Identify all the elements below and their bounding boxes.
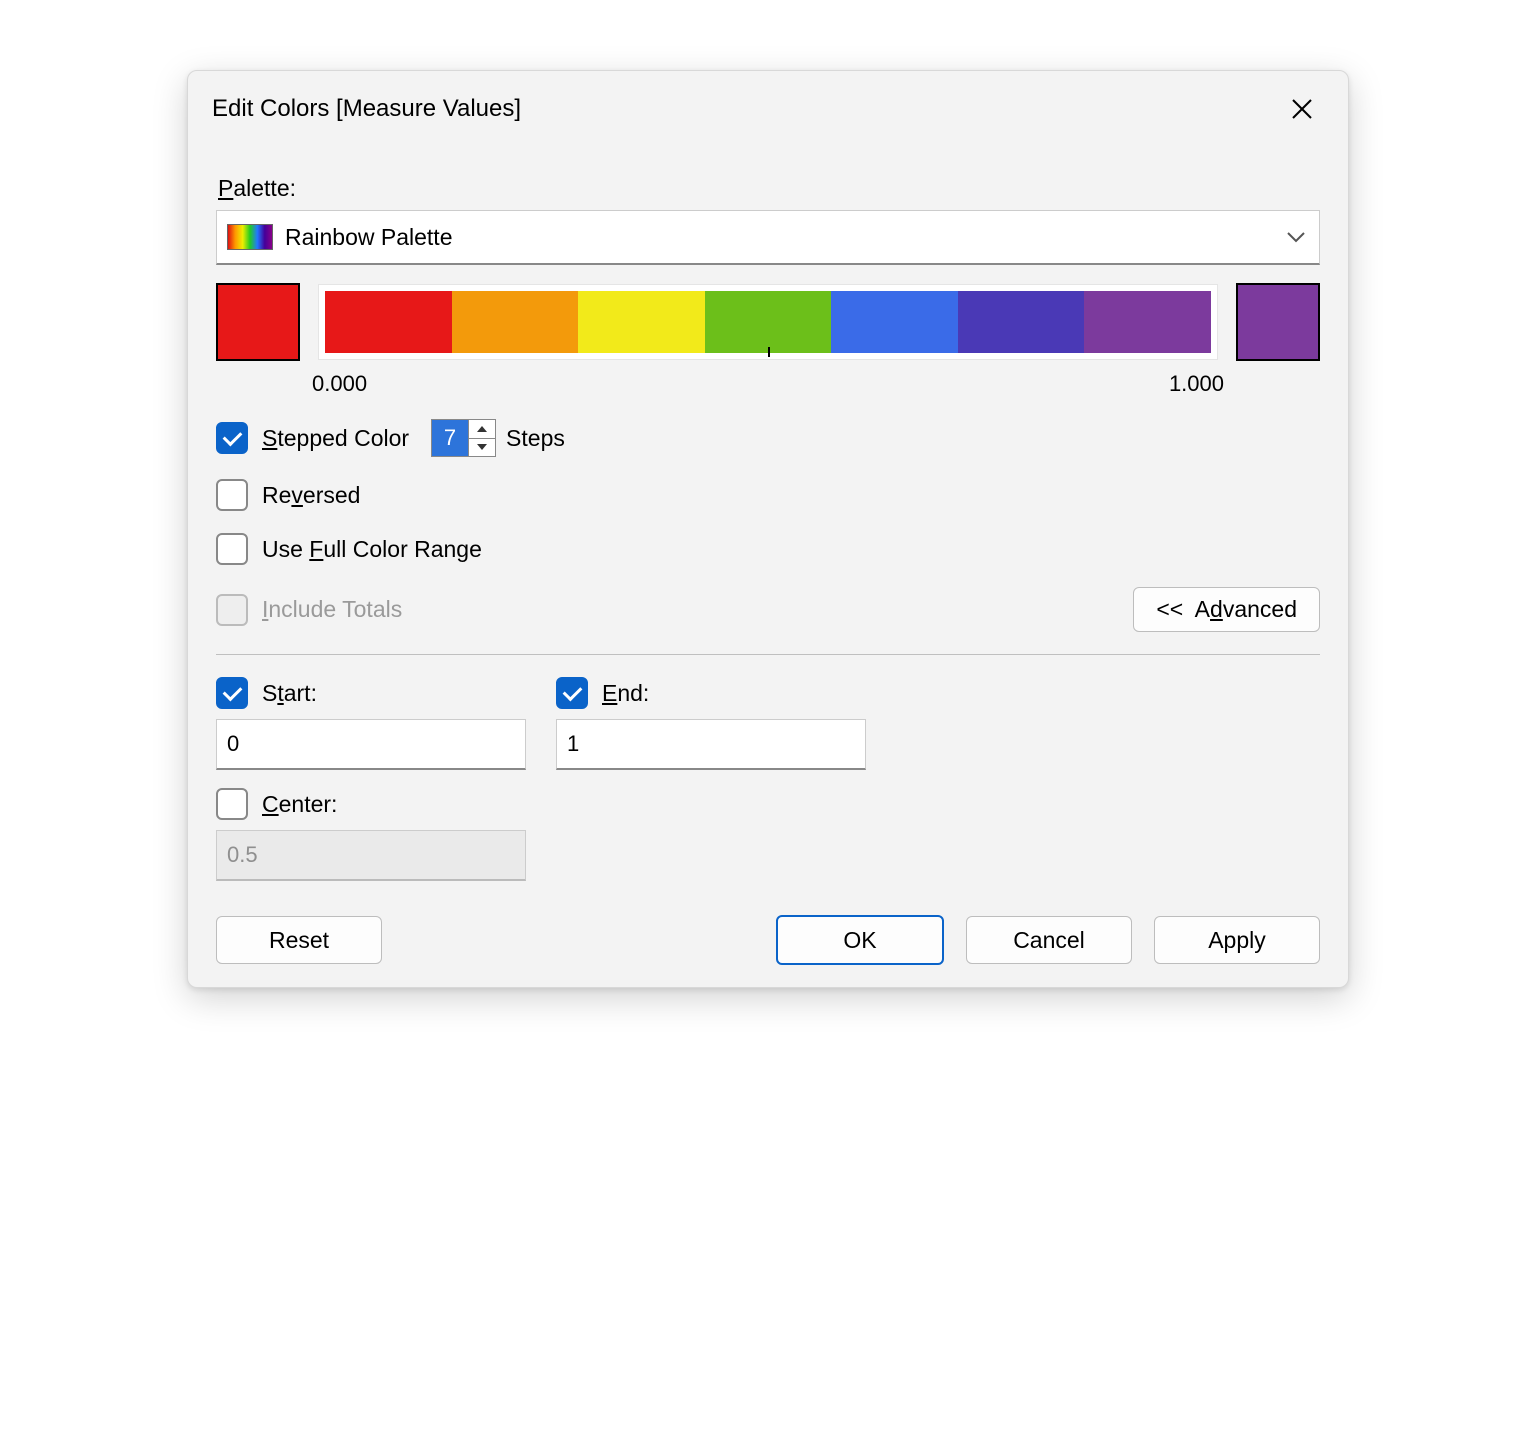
end-label: End:	[602, 680, 649, 707]
titlebar: Edit Colors [Measure Values]	[188, 71, 1348, 143]
full-range-label: Use Full Color Range	[262, 536, 482, 563]
range-min: 0.000	[312, 371, 367, 397]
advanced-button[interactable]: << Advanced	[1133, 587, 1320, 632]
stepped-color-row: Stepped Color 7 St	[216, 419, 1320, 457]
gradient-step	[325, 291, 452, 353]
palette-dropdown[interactable]: Rainbow Palette	[216, 210, 1320, 265]
gradient-step	[578, 291, 705, 353]
include-totals-label: Include Totals	[262, 596, 402, 623]
start-color-swatch[interactable]	[216, 283, 300, 361]
steps-value: 7	[432, 420, 468, 456]
reset-button[interactable]: Reset	[216, 916, 382, 964]
palette-label: Palette:	[218, 175, 1320, 202]
close-icon	[1291, 98, 1313, 120]
palette-name: Rainbow Palette	[285, 224, 453, 251]
gradient-step	[705, 291, 832, 353]
full-range-row: Use Full Color Range	[216, 533, 1320, 565]
edit-colors-dialog: Edit Colors [Measure Values] Palette: Ra…	[187, 70, 1349, 988]
gradient-range-labels: 0.000 1.000	[216, 361, 1320, 397]
center-label: Center:	[262, 791, 337, 818]
gradient-step	[1084, 291, 1211, 353]
stepped-color-checkbox[interactable]	[216, 422, 248, 454]
gradient-center-tick	[768, 347, 770, 357]
dialog-title: Edit Colors [Measure Values]	[212, 95, 521, 123]
reversed-label: Reversed	[262, 482, 360, 509]
gradient-step	[452, 291, 579, 353]
palette-swatch-icon	[227, 224, 273, 250]
gradient-step	[958, 291, 1085, 353]
gradient-bar-wrap	[318, 284, 1218, 360]
end-input[interactable]: 1	[556, 719, 866, 770]
gradient-preview	[216, 283, 1320, 361]
steps-spinner: 7 Steps	[431, 419, 565, 457]
include-totals-row: Include Totals << Advanced	[216, 587, 1320, 632]
close-button[interactable]	[1280, 87, 1324, 131]
include-totals-checkbox	[216, 594, 248, 626]
steps-word: Steps	[506, 425, 565, 452]
start-checkbox[interactable]	[216, 677, 248, 709]
reversed-row: Reversed	[216, 479, 1320, 511]
start-label: Start:	[262, 680, 317, 707]
steps-up-button[interactable]	[469, 420, 495, 439]
gradient-step	[831, 291, 958, 353]
chevron-down-icon	[1285, 224, 1307, 250]
button-row: Reset OK Cancel Apply	[216, 915, 1320, 965]
center-value: 0.5	[227, 842, 258, 868]
start-value: 0	[227, 731, 239, 757]
divider	[216, 654, 1320, 655]
end-color-swatch[interactable]	[1236, 283, 1320, 361]
start-input[interactable]: 0	[216, 719, 526, 770]
steps-input[interactable]: 7	[431, 419, 496, 457]
reversed-checkbox[interactable]	[216, 479, 248, 511]
end-value: 1	[567, 731, 579, 757]
cancel-button[interactable]: Cancel	[966, 916, 1132, 964]
end-checkbox[interactable]	[556, 677, 588, 709]
center-input: 0.5	[216, 830, 526, 881]
full-range-checkbox[interactable]	[216, 533, 248, 565]
gradient-bar[interactable]	[325, 291, 1211, 353]
center-checkbox[interactable]	[216, 788, 248, 820]
ok-button[interactable]: OK	[776, 915, 944, 965]
steps-down-button[interactable]	[469, 439, 495, 457]
range-max: 1.000	[1169, 371, 1224, 397]
apply-button[interactable]: Apply	[1154, 916, 1320, 964]
stepped-color-label: Stepped Color	[262, 425, 409, 452]
